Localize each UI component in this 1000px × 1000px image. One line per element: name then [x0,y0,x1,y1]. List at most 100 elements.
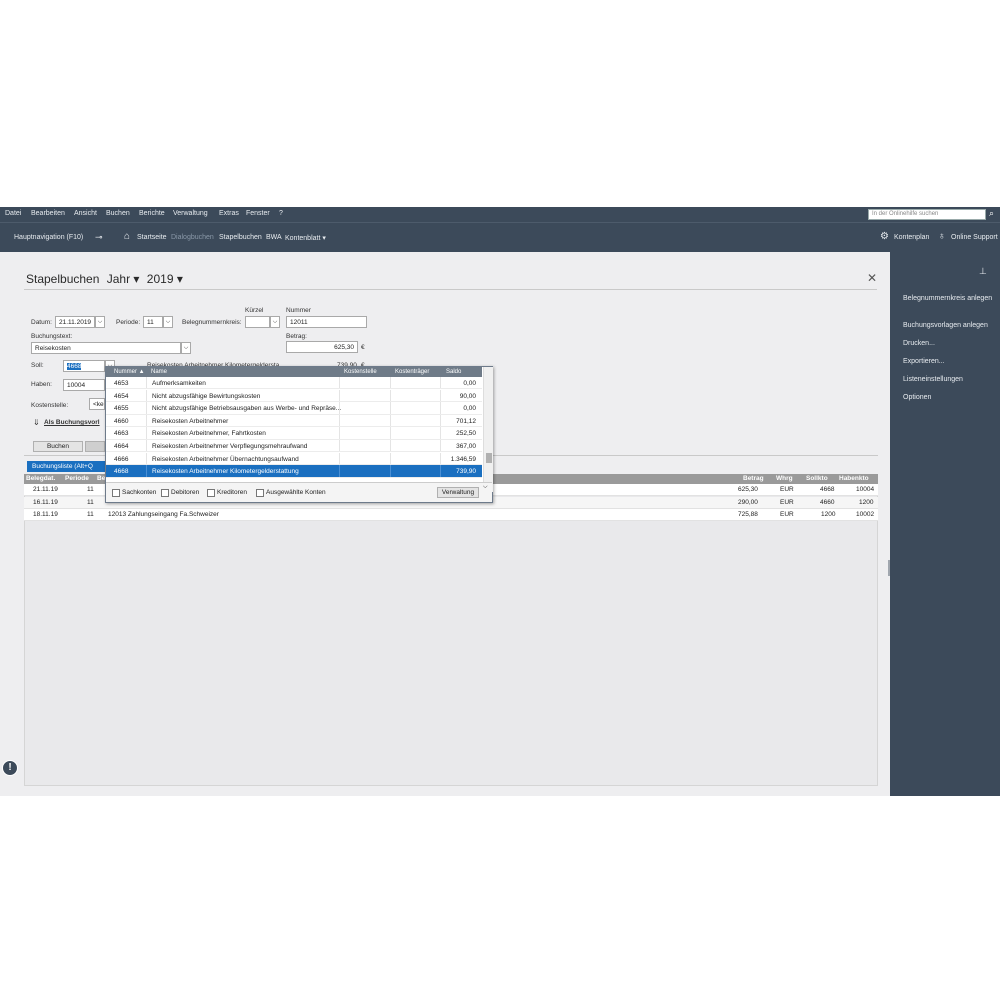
jahr-dropdown[interactable]: Jahr ▾ [107,272,140,286]
nav-online-support[interactable]: Online Support [951,234,998,241]
sidebar-item-buchungsvorlagen[interactable]: Buchungsvorlagen anlegen [903,321,995,331]
als-buchungsvorlage-link[interactable]: Als Buchungsvorl [44,419,100,426]
debitoren-checkbox[interactable] [161,489,169,497]
popup-cell-nummer: 4666 [114,455,129,463]
menu-verwaltung[interactable]: Verwaltung [173,210,208,217]
kuerzel-label: Kürzel [245,307,264,314]
col-sollkto[interactable]: Sollkto [806,475,828,482]
popup-account-row[interactable]: 4664 Reisekosten Arbeitnehmer Verpflegung… [106,440,482,453]
popup-cell-saldo: 0,00 [463,405,476,413]
col-whrg[interactable]: Whrg [776,475,793,482]
kuerzel-field[interactable] [245,316,270,328]
col-habenkto[interactable]: Habenkto [839,475,869,482]
sidebar-item-drucken[interactable]: Drucken... [903,339,995,349]
nav-stapelbuchen[interactable]: Stapelbuchen [219,234,262,241]
menu-extras[interactable]: Extras [219,210,239,217]
menu-bearbeiten[interactable]: Bearbeiten [31,210,65,217]
navigation-bar: Hauptnavigation (F10) ⊸ ⌂ Startseite Dia… [0,222,1000,252]
scroll-down-icon[interactable]: ⌵ [483,484,488,491]
popup-footer: Sachkonten Debitoren Kreditoren Ausgewäh… [106,482,492,502]
menu-berichte[interactable]: Berichte [139,210,165,217]
verwaltung-button[interactable]: Verwaltung [437,487,479,498]
popup-account-row[interactable]: 4663 Reisekosten Arbeitnehmer, Fahrtkoste… [106,427,482,440]
col-periode[interactable]: Periode [65,475,89,482]
nav-bwa[interactable]: BWA [266,234,282,241]
datum-field[interactable]: 21.11.2019 [55,316,95,328]
column-divider [146,389,147,401]
popup-account-row[interactable]: 4655 Nicht abzugsfähige Betriebsausgaben … [106,402,482,415]
column-divider [339,440,340,452]
popup-account-row[interactable]: 4666 Reisekosten Arbeitnehmer Übernachtun… [106,452,482,465]
menu-buchen[interactable]: Buchen [106,210,130,217]
soll-field[interactable]: 4668 [63,360,105,372]
column-divider [390,402,391,414]
col-belegdat[interactable]: Belegdat. [26,475,55,482]
popup-col-saldo[interactable]: Saldo [446,369,461,375]
column-divider [146,414,147,427]
search-icon[interactable]: ⌕ [989,208,994,219]
periode-field[interactable]: 11 [143,316,163,328]
nav-kontenplan[interactable]: Kontenplan [894,234,929,241]
cell-date: 16.11.19 [33,499,58,506]
pin-icon[interactable]: ⊥ [979,266,987,277]
popup-col-kostentraeger[interactable]: Kostenträger [395,369,429,375]
sachkonten-label: Sachkonten [122,489,157,496]
popup-cell-name: Nicht abzugsfähige Betriebsausgaben aus … [152,405,342,413]
menu-ansicht[interactable]: Ansicht [74,210,97,217]
cell-text: 12013 Zahlungseingang Fa.Schweizer [108,511,219,518]
popup-account-row[interactable]: 4654 Nicht abzugsfähige Bewirtungskosten 9… [106,389,482,402]
ausgewaehlte-konten-checkbox[interactable] [256,489,264,497]
nav-kontenblatt[interactable]: Kontenblatt ▾ [285,234,326,242]
datum-calendar-button[interactable]: ⌵ [95,316,105,328]
column-divider [339,389,340,401]
periode-label: Periode: [116,319,141,326]
menu-fenster[interactable]: Fenster [246,210,270,217]
buchen-button[interactable]: Buchen [33,441,83,452]
hauptnavigation-button[interactable]: Hauptnavigation (F10) [14,234,83,241]
popup-account-row[interactable]: 4660 Reisekosten Arbeitnehmer 701,12 [106,414,482,428]
buchungstext-dropdown[interactable]: ⌵ [181,342,191,354]
column-divider [440,402,441,414]
popup-col-name[interactable]: Name [151,369,167,375]
secondary-button[interactable] [85,441,105,452]
nav-startseite[interactable]: Startseite [137,234,167,241]
nummer-field[interactable]: 12011 [286,316,367,328]
cell-periode: 11 [87,499,94,506]
kostenstelle-field[interactable]: <kei [89,398,105,410]
kreditoren-checkbox[interactable] [207,489,215,497]
column-divider [440,452,441,464]
kuerzel-dropdown[interactable]: ⌵ [270,316,280,328]
scroll-thumb[interactable] [486,453,492,463]
nav-dialogbuchen[interactable]: Dialogbuchen [171,234,214,241]
popup-cell-name: Reisekosten Arbeitnehmer, Fahrtkosten [152,430,266,438]
sidebar-item-listeneinstellungen[interactable]: Listeneinstellungen [903,375,995,385]
table-row[interactable]: 18.11.19 11 12013 Zahlungseingang Fa.Sch… [24,509,878,521]
popup-scrollbar[interactable] [483,367,493,492]
popup-account-row[interactable]: 4653 Aufmerksamkeiten 0,00 [106,377,482,390]
year-dropdown[interactable]: 2019 ▾ [147,272,183,286]
sidebar-item-belegnummernkreis[interactable]: Belegnummernkreis anlegen [903,294,995,304]
help-search-input[interactable]: In der Onlinehilfe suchen [868,209,986,220]
popup-col-nummer[interactable]: Nummer ▲ [114,369,145,375]
soll-value: 4668 [67,363,82,370]
popup-cell-nummer: 4653 [114,380,129,387]
sachkonten-checkbox[interactable] [112,489,120,497]
buchungstext-field[interactable]: Reisekosten [31,342,181,354]
close-icon[interactable]: ✕ [867,271,877,285]
sidebar-item-exportieren[interactable]: Exportieren... [903,357,995,367]
betrag-field[interactable]: 625,30 [286,341,358,353]
menu-datei[interactable]: Datei [5,210,21,217]
col-betrag[interactable]: Betrag [743,475,764,482]
buchungsliste-tab[interactable]: Buchungsliste (Alt+Q [27,461,111,472]
column-divider [339,377,340,389]
menu-help[interactable]: ? [279,210,283,217]
periode-dropdown[interactable]: ⌵ [163,316,173,328]
alert-icon[interactable]: ! [2,760,18,776]
page-title: Stapelbuchen Jahr ▾ 2019 ▾ [26,272,183,286]
popup-account-row[interactable]: 4668 Reisekosten Arbeitnehmer Kilometerge… [106,465,482,478]
column-divider [440,414,441,427]
pin-icon[interactable]: ⊸ [95,232,103,243]
sidebar-item-optionen[interactable]: Optionen [903,393,995,403]
haben-field[interactable]: 10004 [63,379,105,391]
popup-col-kostenstelle[interactable]: Kostenstelle [344,369,377,375]
